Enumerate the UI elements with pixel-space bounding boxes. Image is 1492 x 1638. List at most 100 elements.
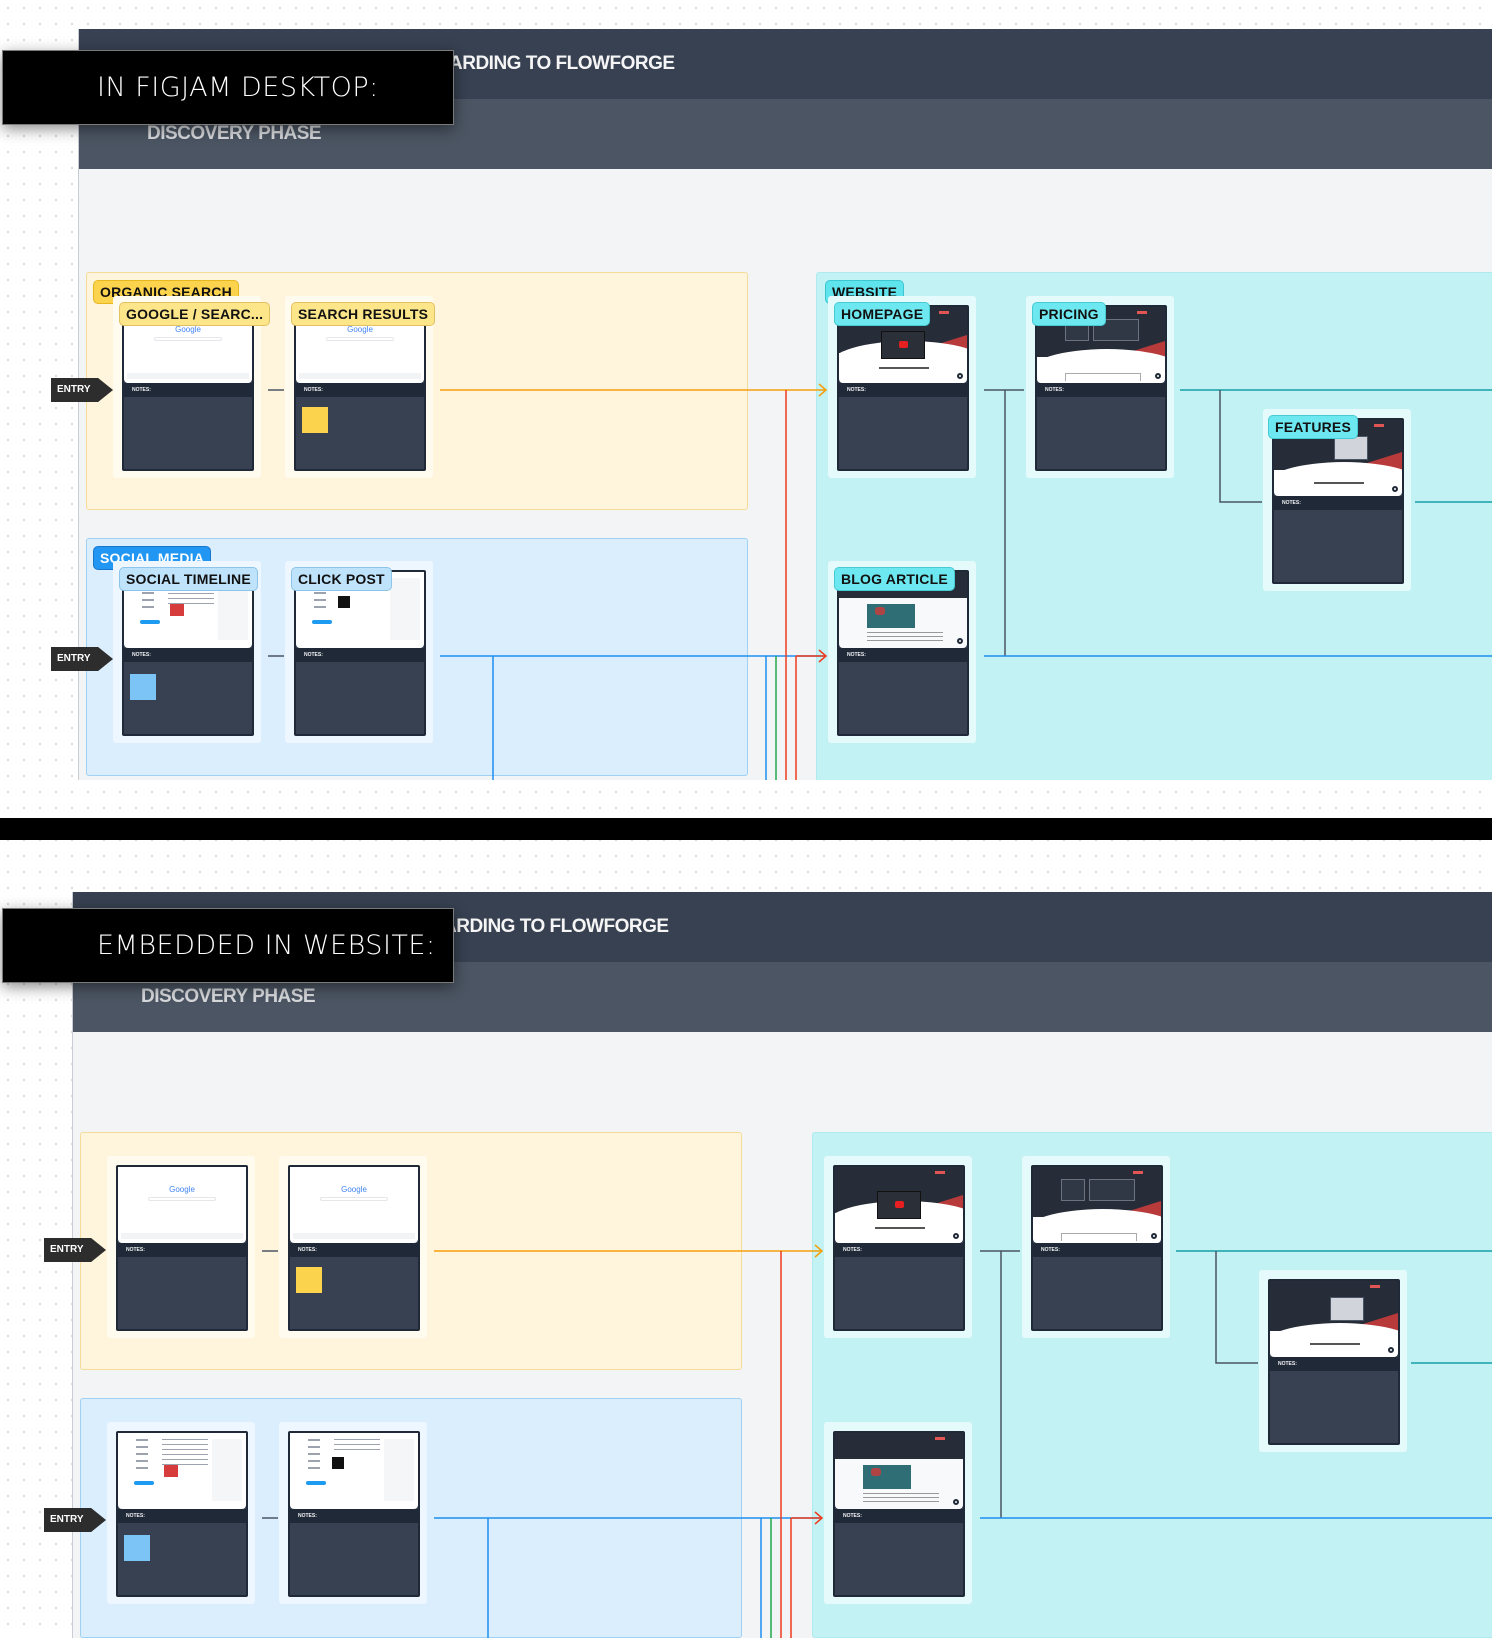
card-features[interactable]: NOTES:: [1259, 1270, 1407, 1452]
post-image: [164, 1465, 178, 1477]
post-button: [134, 1481, 154, 1485]
post-image: [338, 596, 350, 608]
homepage-thumbnail: [835, 1167, 963, 1243]
article-text: [867, 640, 943, 641]
card-pricing[interactable]: NOTES:: [1022, 1156, 1170, 1338]
post-image: [170, 604, 184, 616]
notes-header: NOTES:: [296, 383, 424, 397]
card-blog-article[interactable]: NOTES:: [824, 1422, 972, 1604]
settings-icon: [1392, 486, 1398, 492]
card-search-results[interactable]: Google NOTES:: [279, 1156, 427, 1338]
screenshot-frame: NOTES:: [294, 570, 426, 736]
search-box: [320, 1197, 388, 1201]
card-tag-homepage[interactable]: HOMEPAGE: [834, 302, 931, 326]
pricing-thumbnail: [1033, 1167, 1161, 1243]
card-tag-click-post[interactable]: CLICK POST: [291, 567, 392, 591]
article-text: [863, 1497, 939, 1498]
settings-icon: [953, 1233, 959, 1239]
caption: [879, 367, 929, 369]
screenshot-frame: NOTES:: [1035, 305, 1167, 471]
figjam-desktop-panel: ARDING TO FLOWFORGE DISCOVERY PHASE ORGA…: [0, 0, 1492, 780]
video-embed: [877, 1191, 921, 1219]
article-image: [863, 1465, 911, 1489]
nav-list: [136, 1439, 148, 1474]
product-screenshot: [1330, 1297, 1364, 1321]
notes-header: NOTES:: [1033, 1243, 1161, 1257]
card-tag-features[interactable]: FEATURES: [1268, 415, 1359, 439]
card-homepage[interactable]: NOTES:: [824, 1156, 972, 1338]
caption: [1314, 482, 1364, 484]
screenshot-frame: Google NOTES:: [288, 1165, 420, 1331]
google-logo: Google: [169, 1185, 195, 1194]
settings-icon: [957, 373, 963, 379]
page-footer: [127, 373, 249, 379]
notes-header: NOTES:: [290, 1509, 418, 1523]
page-footer: [299, 373, 421, 379]
nav-cta: [935, 1437, 945, 1440]
blog-article-thumbnail: [835, 1433, 963, 1509]
sticky-note[interactable]: [124, 1535, 150, 1561]
nav-cta: [1133, 1171, 1143, 1174]
article-image: [867, 604, 915, 628]
post-button: [312, 620, 332, 624]
sticky-note[interactable]: [296, 1267, 322, 1293]
card-click-post[interactable]: NOTES:: [279, 1422, 427, 1604]
screenshot-frame: NOTES:: [1031, 1165, 1163, 1331]
search-box: [326, 337, 394, 341]
screenshot-frame: NOTES:: [1272, 418, 1404, 584]
notes-header: NOTES:: [839, 383, 967, 397]
google-logo: Google: [341, 1185, 367, 1194]
feature-comparison: [1065, 373, 1141, 381]
board-title: ARDING TO FLOWFORGE: [443, 916, 669, 937]
screenshot-frame: NOTES:: [833, 1431, 965, 1597]
notes-header: NOTES:: [118, 1509, 246, 1523]
google-homepage-thumbnail: Google: [118, 1167, 246, 1243]
google-logo: Google: [347, 325, 373, 334]
caption: [875, 1227, 925, 1229]
panel-label: EMBEDDED IN WEBSITE:: [2, 908, 454, 983]
nav-cta: [1137, 311, 1147, 314]
card-social-timeline[interactable]: NOTES:: [107, 1422, 255, 1604]
panel-separator: [0, 818, 1492, 840]
notes-header: NOTES:: [118, 1243, 246, 1257]
notes-header: NOTES:: [124, 648, 252, 662]
page-footer: [121, 1233, 243, 1239]
sidebar-panel: [390, 578, 420, 640]
social-timeline-thumbnail: [118, 1433, 246, 1509]
product-screenshot: [1334, 436, 1368, 460]
card-tag-google-search[interactable]: GOOGLE / SEARC...: [119, 302, 271, 326]
phase-title: DISCOVERY PHASE: [147, 123, 322, 144]
feature-comparison: [1061, 1233, 1137, 1241]
phase-title: DISCOVERY PHASE: [141, 986, 316, 1007]
price-tier: [1089, 1179, 1135, 1201]
search-results-thumbnail: Google: [290, 1167, 418, 1243]
page-footer: [293, 1233, 415, 1239]
notes-header: NOTES:: [290, 1243, 418, 1257]
video-embed: [881, 331, 925, 359]
notes-header: NOTES:: [1274, 496, 1402, 510]
nav-cta: [1374, 424, 1384, 427]
sticky-note[interactable]: [302, 407, 328, 433]
card-google-search[interactable]: Google NOTES:: [107, 1156, 255, 1338]
nav-list: [308, 1439, 320, 1474]
notes-header: NOTES:: [1037, 383, 1165, 397]
notes-header: NOTES:: [839, 648, 967, 662]
card-tag-blog-article[interactable]: BLOG ARTICLE: [834, 567, 955, 591]
article-text: [867, 636, 943, 637]
card-tag-pricing[interactable]: PRICING: [1032, 302, 1106, 326]
article-text: [867, 632, 943, 633]
card-tag-search-results[interactable]: SEARCH RESULTS: [291, 302, 436, 326]
google-logo: Google: [175, 325, 201, 334]
sticky-note[interactable]: [130, 674, 156, 700]
settings-icon: [1151, 1233, 1157, 1239]
sidebar-panel: [384, 1439, 414, 1501]
price-tier: [1061, 1179, 1085, 1201]
screenshot-frame: Google NOTES:: [122, 305, 254, 471]
features-thumbnail: [1270, 1281, 1398, 1357]
screenshot-frame: NOTES:: [833, 1165, 965, 1331]
nav-cta: [935, 1171, 945, 1174]
settings-icon: [1155, 373, 1161, 379]
post-button: [140, 620, 160, 624]
nav-cta: [1370, 1285, 1380, 1288]
card-tag-social-timeline[interactable]: SOCIAL TIMELINE: [119, 567, 258, 591]
